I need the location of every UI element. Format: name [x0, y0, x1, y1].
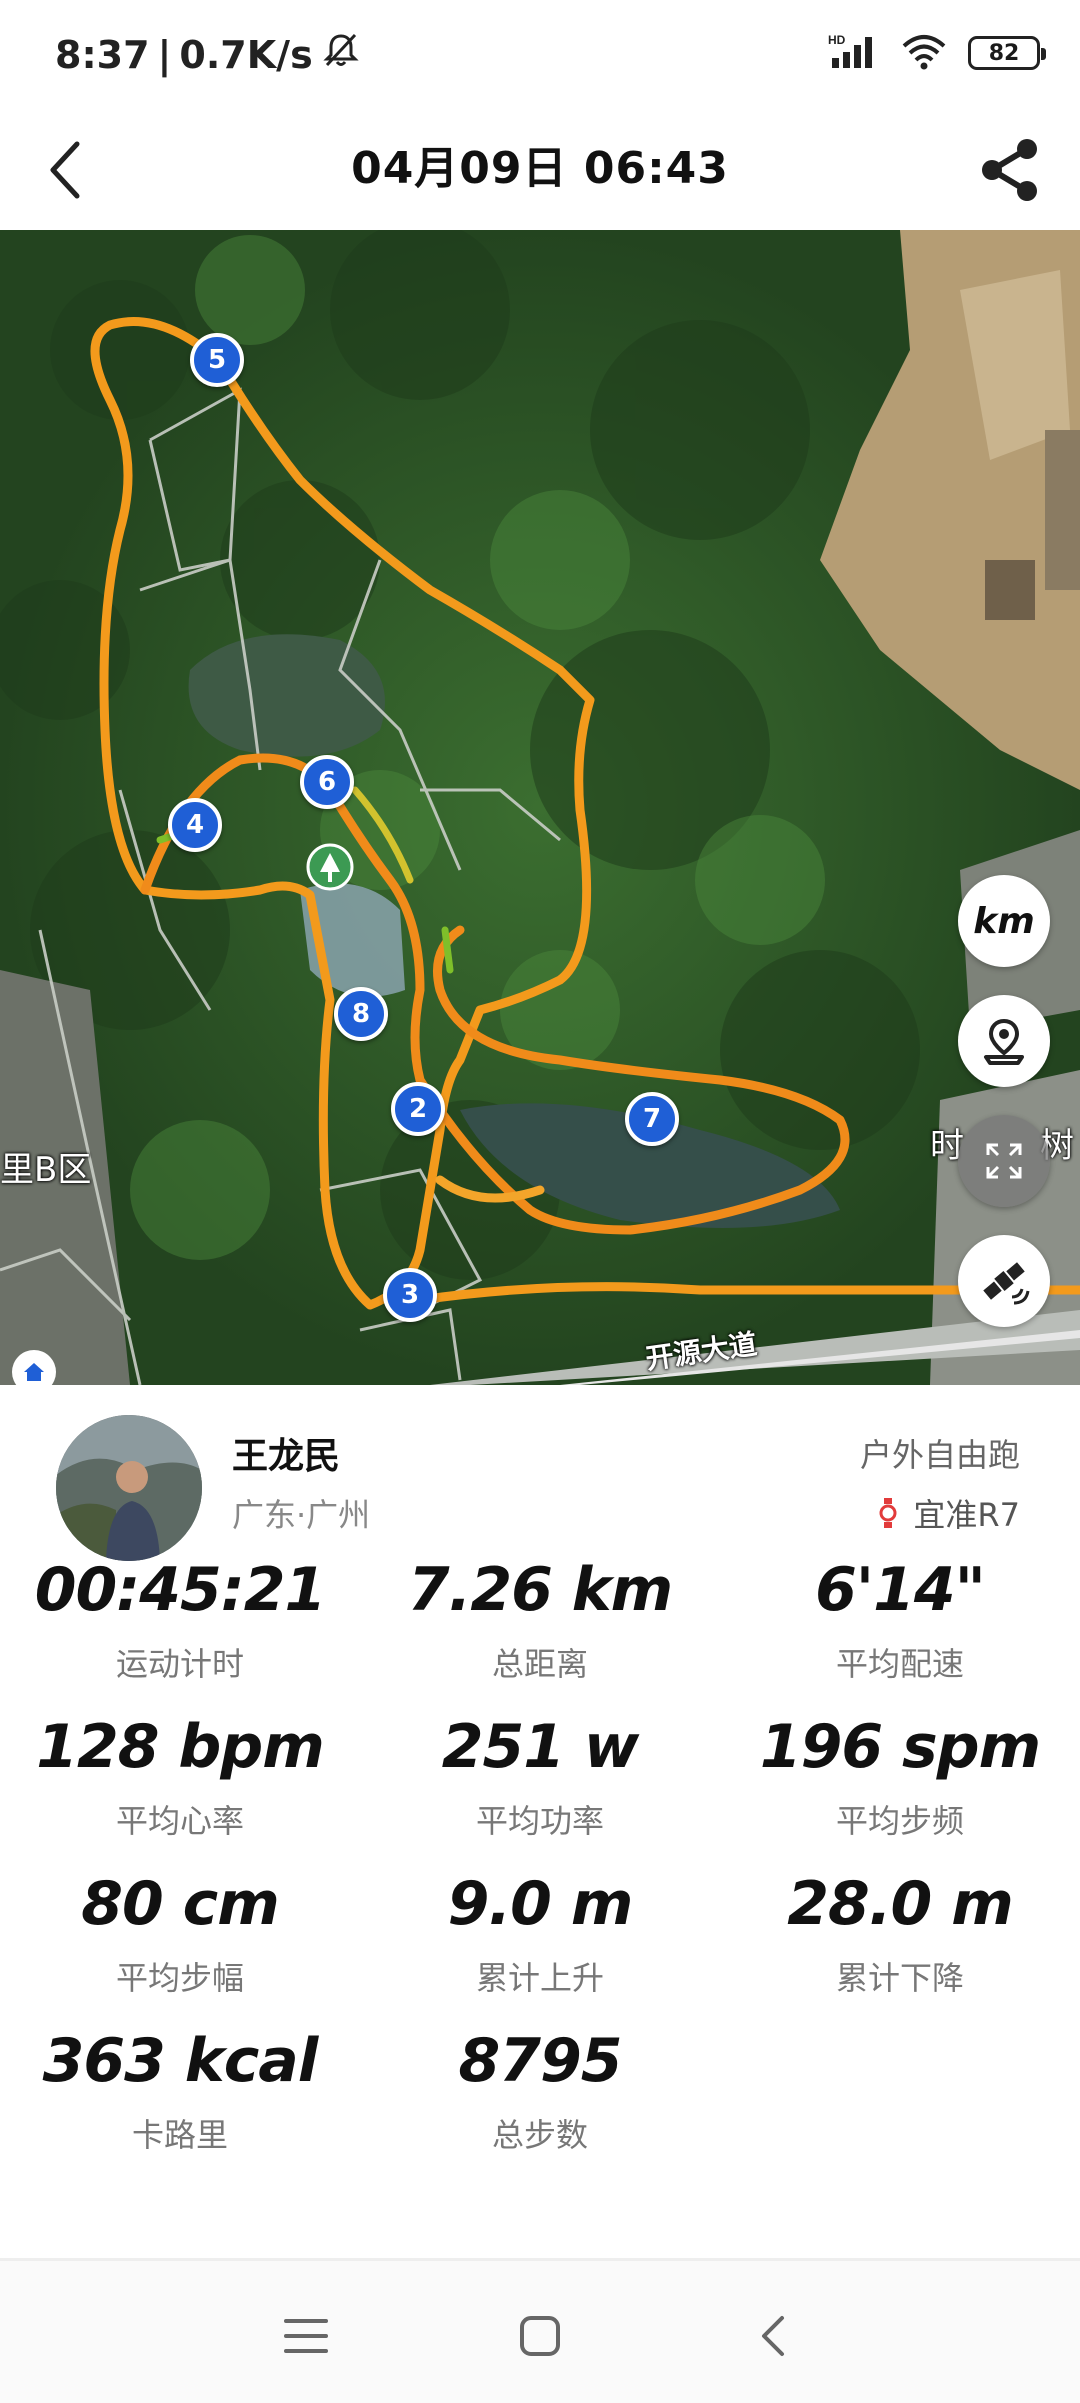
satellite-icon	[983, 1262, 1030, 1305]
watch-icon	[879, 1498, 897, 1528]
wifi-icon	[900, 32, 948, 74]
avatar[interactable]	[56, 1415, 202, 1561]
lap-marker-6[interactable]: 6	[300, 755, 354, 809]
stat-ascent: 9.0 m 累计上升	[360, 1869, 720, 1999]
stat-pace: 6'14" 平均配速	[720, 1555, 1080, 1685]
device-name: 宜准R7	[913, 1496, 1020, 1534]
stat-label: 平均功率	[475, 1802, 604, 1840]
stat-label: 累计上升	[475, 1959, 604, 1997]
sport-type: 户外自由跑	[859, 1436, 1020, 1474]
menu-icon	[284, 2319, 328, 2353]
stat-value: 251 w	[441, 1712, 640, 1782]
network-speed: 0.7K/s	[179, 32, 313, 77]
route-map[interactable]: 5 6 4 8 2 7 3 里B区 时 树 开源大道 km	[0, 230, 1080, 1385]
user-location: 广东·广州	[232, 1496, 371, 1534]
top-app-bar: 04月09日 06:43	[0, 110, 1080, 230]
stat-label: 平均步频	[835, 1802, 964, 1840]
user-name: 王龙民	[232, 1436, 341, 1477]
stat-label: 总距离	[491, 1645, 588, 1683]
status-left: 8:37 | 0.7K/s	[55, 30, 361, 79]
expand-icon	[986, 1143, 1022, 1179]
lap-marker-3[interactable]: 3	[383, 1268, 437, 1322]
stat-label: 累计下降	[835, 1959, 964, 1997]
share-icon	[982, 139, 1037, 201]
stat-descent: 28.0 m 累计下降	[720, 1869, 1080, 1999]
stat-value: 8795	[458, 2026, 623, 2096]
lap-marker-8[interactable]: 8	[334, 987, 388, 1041]
stat-value: 128 bpm	[36, 1712, 325, 1782]
fullscreen-button[interactable]	[958, 1115, 1050, 1207]
stat-value: 80 cm	[81, 1869, 279, 1939]
stat-label: 总步数	[491, 2116, 588, 2154]
stat-duration: 00:45:21 运动计时	[0, 1555, 360, 1685]
stat-heart-rate: 128 bpm 平均心率	[0, 1712, 360, 1842]
stat-value: 6'14"	[815, 1555, 986, 1625]
bell-off-icon	[321, 30, 361, 79]
place-label-left: 里B区	[0, 1150, 92, 1190]
system-back-button[interactable]	[734, 2306, 814, 2366]
status-right: HD 82	[828, 32, 1046, 74]
home-square-icon	[520, 2316, 560, 2356]
stat-value: 363 kcal	[42, 2026, 319, 2096]
stat-distance: 7.26 km 总距离	[360, 1555, 720, 1685]
stat-label: 平均心率	[115, 1802, 244, 1840]
status-separator: |	[157, 32, 172, 77]
lap-marker-2[interactable]: 2	[391, 1082, 445, 1136]
system-nav-bar	[0, 2258, 1080, 2403]
stat-value: 28.0 m	[787, 1869, 1013, 1939]
stat-label: 平均步幅	[115, 1959, 244, 1997]
stat-label: 运动计时	[115, 1645, 244, 1683]
battery-indicator: 82	[968, 36, 1046, 70]
status-time: 8:37	[55, 32, 150, 77]
stat-calories: 363 kcal 卡路里	[0, 2026, 360, 2156]
stat-power: 251 w 平均功率	[360, 1712, 720, 1842]
recents-button[interactable]	[266, 2306, 346, 2366]
status-bar: 8:37 | 0.7K/s HD 82	[0, 0, 1080, 110]
lap-marker-4[interactable]: 4	[168, 798, 222, 852]
map-pin-icon	[984, 1018, 1024, 1065]
stat-stride: 80 cm 平均步幅	[0, 1869, 360, 1999]
satellite-layer-button[interactable]	[958, 1235, 1050, 1327]
locate-button[interactable]	[958, 995, 1050, 1087]
signal-icon: HD	[828, 32, 880, 74]
stat-steps: 8795 总步数	[360, 2026, 720, 2156]
stat-value: 196 spm	[759, 1712, 1041, 1782]
stat-cadence: 196 spm 平均步频	[720, 1712, 1080, 1842]
stat-value: 7.26 km	[407, 1555, 673, 1625]
satellite-map-background	[0, 230, 1080, 1385]
page-title: 04月09日 06:43	[351, 143, 729, 194]
stat-value: 00:45:21	[34, 1555, 326, 1625]
stat-label: 平均配速	[835, 1645, 964, 1683]
profile-section: 王龙民 广东·广州 户外自由跑 宜准R7	[0, 1385, 1080, 1565]
home-button[interactable]	[500, 2306, 580, 2366]
signal-hd-label: HD	[828, 33, 846, 47]
share-button[interactable]	[970, 128, 1050, 212]
back-icon	[762, 2316, 784, 2356]
lap-marker-7[interactable]: 7	[625, 1092, 679, 1146]
avatar-photo	[56, 1415, 202, 1561]
device-info: 宜准R7	[877, 1490, 1020, 1536]
lap-marker-5[interactable]: 5	[190, 333, 244, 387]
stat-value: 9.0 m	[447, 1869, 634, 1939]
stat-label: 卡路里	[131, 2116, 228, 2154]
unit-label: km	[973, 900, 1035, 942]
unit-toggle-button[interactable]: km	[958, 875, 1050, 967]
